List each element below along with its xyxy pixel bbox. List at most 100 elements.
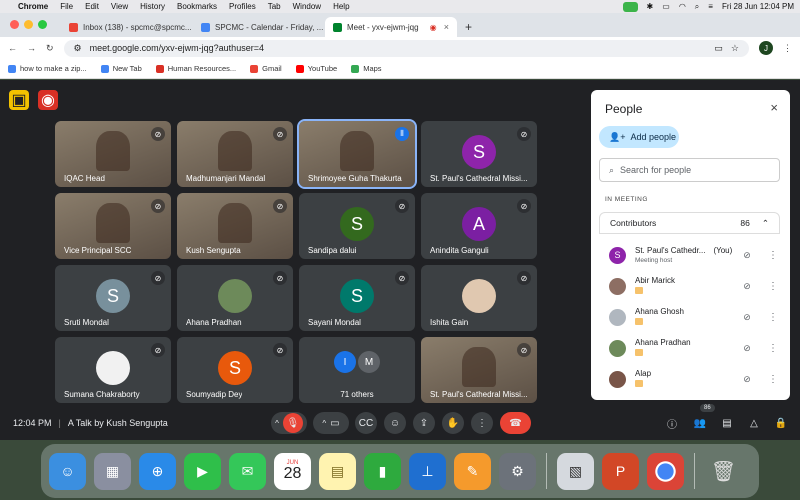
contributors-header[interactable]: Contributors 86 ⌃ (599, 212, 780, 234)
calendar-app-icon[interactable]: JUN 28 (274, 452, 311, 490)
tab-gmail[interactable]: Inbox (138) - spcmc@spcmc... × (61, 17, 193, 37)
mic-off-icon[interactable]: ⊘ (739, 343, 755, 354)
more-vert-icon[interactable]: ⋮ (765, 312, 781, 323)
powerpoint-icon[interactable]: P (602, 452, 639, 490)
participant-tile[interactable]: S ⊘ Sayani Mondal (299, 265, 415, 331)
bookmark-hr[interactable]: Human Resources... (155, 64, 236, 73)
control-center-icon[interactable]: ≡ (708, 2, 713, 11)
chevron-up-icon[interactable]: ^ (322, 419, 326, 428)
cast-icon[interactable]: ▭ (714, 43, 723, 54)
participant-tile[interactable]: I M 71 others (299, 337, 415, 403)
menu-help[interactable]: Help (333, 2, 349, 11)
participant-row[interactable]: S St. Paul's Cathedr... (You) Meeting host ⊘… (609, 242, 781, 268)
camera-button[interactable]: ^ ▭ (313, 412, 349, 434)
menu-file[interactable]: File (60, 2, 73, 11)
participant-tile[interactable]: ⊘ IQAC Head (55, 121, 171, 187)
mic-off-icon[interactable]: ⊘ (739, 281, 755, 292)
mic-off-icon[interactable]: ⊘ (739, 374, 755, 385)
forward-icon[interactable]: → (27, 43, 36, 53)
host-controls-icon[interactable]: ▣ (9, 90, 29, 110)
close-window-button[interactable] (10, 20, 19, 29)
mic-off-icon[interactable]: ⊘ (739, 250, 755, 261)
meeting-details-button[interactable]: ⓘ (662, 412, 682, 434)
participant-tile[interactable]: S ⊘ Soumyadip Dey (177, 337, 293, 403)
wifi-icon[interactable]: ◠ (679, 2, 686, 11)
bookmark-zip[interactable]: how to make a zip... (8, 64, 87, 73)
menu-tab[interactable]: Tab (268, 2, 281, 11)
captions-button[interactable]: CC (355, 412, 377, 434)
chrome-icon[interactable] (647, 452, 684, 490)
host-controls-button[interactable]: 🔒 (771, 412, 791, 434)
close-icon[interactable]: × (444, 22, 449, 32)
bookmark-maps[interactable]: Maps (351, 64, 382, 73)
chevron-up-icon[interactable]: ⌃ (762, 218, 769, 229)
participant-tile[interactable]: ⊘ Ishita Gain (421, 265, 537, 331)
bookmark-youtube[interactable]: YouTube (295, 64, 337, 73)
minimize-window-button[interactable] (24, 20, 33, 29)
chevron-up-icon[interactable]: ^ (275, 419, 279, 428)
reload-icon[interactable]: ↻ (46, 43, 54, 54)
raise-hand-button[interactable]: ✋ (442, 412, 464, 434)
menu-bookmarks[interactable]: Bookmarks (177, 2, 217, 11)
participant-tile[interactable]: S ⊘ St. Paul's Cathedral Missi... (421, 121, 537, 187)
more-vert-icon[interactable]: ⋮ (765, 281, 781, 292)
more-vert-icon[interactable]: ⋮ (765, 343, 781, 354)
participant-row[interactable]: Abir Marick ⊘ ⋮ (609, 273, 781, 299)
search-people-input[interactable]: ⌕ Search for people (599, 158, 780, 182)
leave-call-button[interactable]: ☎ (500, 412, 531, 434)
search-icon[interactable]: ⌕ (695, 2, 699, 12)
emoji-button[interactable]: ☺ (384, 412, 406, 434)
activities-button[interactable]: △ (744, 412, 764, 434)
tab-meet[interactable]: Meet - yxv-ejwm-jqg ◉ × (325, 17, 457, 37)
participant-row[interactable]: Alap ⊘ ⋮ (609, 366, 781, 392)
menu-view[interactable]: View (111, 2, 128, 11)
participant-tile[interactable]: ⊘ Ahana Pradhan (177, 265, 293, 331)
messages-icon[interactable]: ✉ (229, 452, 266, 490)
zoom-window-button[interactable] (38, 20, 47, 29)
menu-window[interactable]: Window (293, 2, 321, 11)
participant-tile[interactable]: ⊘ Kush Sengupta (177, 193, 293, 259)
add-people-button[interactable]: 👤+ Add people (599, 126, 679, 148)
bookmark-star-icon[interactable]: ☆ (731, 43, 739, 54)
system-settings-icon[interactable]: ⚙ (499, 452, 536, 490)
launchpad-icon[interactable]: ▦ (94, 452, 131, 490)
trash-icon[interactable]: 🗑 (705, 453, 742, 490)
keynote-icon[interactable]: ⊥ (409, 452, 446, 490)
menu-edit[interactable]: Edit (85, 2, 99, 11)
profile-avatar[interactable]: J (759, 41, 773, 55)
numbers-icon[interactable]: ▮ (364, 452, 401, 490)
mic-off-icon[interactable]: ⊘ (739, 312, 755, 323)
screen-record-icon[interactable] (622, 1, 638, 12)
close-icon[interactable]: × (770, 100, 778, 115)
present-button[interactable]: ⇪ (413, 412, 435, 434)
participant-row[interactable]: Ahana Ghosh ⊘ ⋮ (609, 304, 781, 330)
battery-icon[interactable]: ▭ (662, 2, 670, 11)
more-options-button[interactable]: ⋮ (471, 412, 493, 434)
participant-tile[interactable]: ⊘ Sumana Chakraborty (55, 337, 171, 403)
new-tab-button[interactable]: + (457, 17, 487, 37)
app-name[interactable]: Chrome (18, 2, 48, 11)
participant-tile[interactable]: S ⊘ Sruti Mondal (55, 265, 171, 331)
bookmark-new-tab[interactable]: New Tab (100, 64, 142, 73)
pages-icon[interactable]: ✎ (454, 452, 491, 490)
bluetooth-icon[interactable]: ✱ (647, 2, 654, 11)
bookmark-gmail[interactable]: Gmail (250, 64, 282, 73)
preview-icon[interactable]: ▧ (557, 452, 594, 490)
participant-tile[interactable]: ⊘ Madhumanjari Mandal (177, 121, 293, 187)
participant-tile[interactable]: ⊘ Vice Principal SCC (55, 193, 171, 259)
mic-button[interactable]: ^ 🎙 (271, 412, 307, 434)
more-vert-icon[interactable]: ⋮ (765, 374, 781, 385)
address-bar[interactable]: ⚙ meet.google.com/yxv-ejwm-jqg?authuser=… (63, 39, 749, 57)
notes-icon[interactable]: ▤ (319, 452, 356, 490)
participant-tile[interactable]: A ⊘ Anindita Ganguli (421, 193, 537, 259)
participant-tile[interactable]: ⦀ Shrimoyee Guha Thakurta (297, 119, 417, 189)
facetime-icon[interactable]: ▶ (184, 452, 221, 490)
menubar-clock[interactable]: Fri 28 Jun 12:04 PM (722, 2, 794, 11)
site-info-icon[interactable]: ⚙ (74, 43, 82, 54)
tab-calendar[interactable]: SPCMC - Calendar - Friday, ... × (193, 17, 325, 37)
recording-icon[interactable]: ◉ (38, 90, 58, 110)
more-vert-icon[interactable]: ⋮ (765, 250, 781, 261)
participant-tile[interactable]: S ⊘ Sandipa dalui (299, 193, 415, 259)
people-button[interactable]: 👥 (690, 412, 710, 434)
chat-button[interactable]: ▤ (717, 412, 737, 434)
